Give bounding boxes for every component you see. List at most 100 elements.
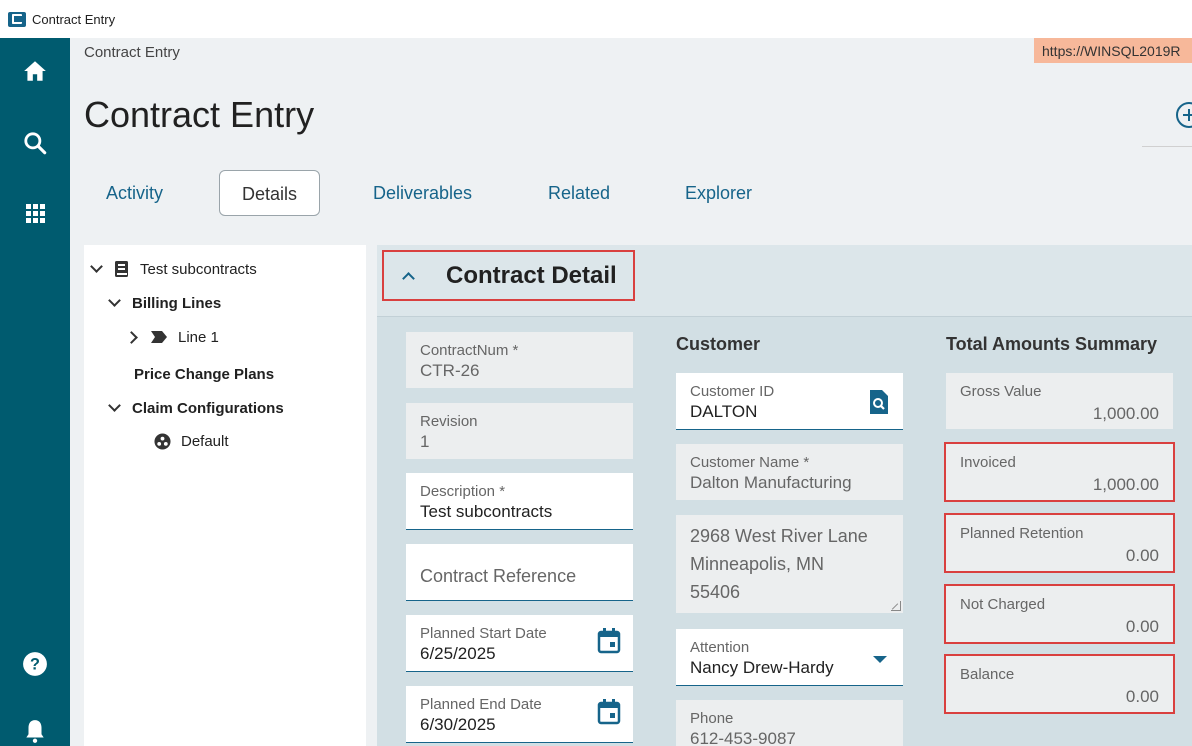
field-value: 6/25/2025 bbox=[420, 644, 496, 663]
field-label: Description * bbox=[420, 483, 506, 500]
tab-activity[interactable]: Activity bbox=[84, 170, 185, 216]
tree-item-line1[interactable]: Line 1 bbox=[126, 325, 219, 349]
tab-related[interactable]: Related bbox=[526, 170, 632, 216]
page-title: Contract Entry bbox=[84, 94, 315, 135]
field-value: 6/30/2025 bbox=[420, 715, 496, 734]
tree-item-price-change-plans[interactable]: Price Change Plans bbox=[134, 362, 274, 386]
field-value: 1,000.00 bbox=[1092, 404, 1159, 423]
calendar-icon[interactable] bbox=[597, 627, 621, 655]
main-area: Contract Entry https://WINSQL2019R Contr… bbox=[70, 38, 1192, 746]
balance-field: Balance 0.00 bbox=[944, 654, 1175, 714]
phone-field: Phone 612-453-9087 bbox=[676, 700, 903, 746]
customer-section-title: Customer bbox=[676, 334, 761, 354]
field-value: 0.00 bbox=[1125, 687, 1159, 706]
tab-explorer[interactable]: Explorer bbox=[663, 170, 774, 216]
contract-detail-toggle[interactable]: Contract Detail bbox=[382, 250, 635, 301]
contract-tree: Test subcontracts Billing Lines Line 1 P… bbox=[84, 245, 366, 746]
tag-icon bbox=[151, 331, 167, 343]
window-title: Contract Entry bbox=[32, 11, 116, 27]
field-label: Revision bbox=[420, 413, 478, 430]
tree-item-root[interactable]: Test subcontracts bbox=[90, 257, 257, 281]
left-nav-rail: ? bbox=[0, 38, 70, 746]
tree-item-claim-configurations[interactable]: Claim Configurations bbox=[108, 396, 284, 420]
window-titlebar: Contract Entry bbox=[0, 0, 1192, 38]
field-value: 0.00 bbox=[1125, 546, 1159, 565]
chevron-right-icon[interactable] bbox=[126, 330, 140, 344]
chevron-down-icon[interactable] bbox=[108, 401, 122, 415]
resize-handle-icon[interactable] bbox=[891, 601, 901, 611]
search-icon[interactable] bbox=[22, 130, 48, 156]
field-value: 1 bbox=[420, 432, 430, 451]
apps-grid-icon[interactable] bbox=[22, 200, 48, 226]
tree-item-label: Price Change Plans bbox=[134, 365, 275, 383]
field-label: Planned Start Date bbox=[420, 625, 547, 642]
chevron-up-icon[interactable] bbox=[402, 270, 414, 282]
field-value: DALTON bbox=[690, 402, 758, 421]
svg-text:?: ? bbox=[30, 655, 40, 673]
field-value: Dalton Manufacturing bbox=[690, 473, 852, 492]
field-label: Planned End Date bbox=[420, 696, 542, 713]
field-value: 1,000.00 bbox=[1092, 475, 1159, 494]
planned-end-date-field[interactable]: Planned End Date 6/30/2025 bbox=[406, 686, 633, 743]
not-charged-field: Not Charged 0.00 bbox=[944, 584, 1175, 644]
header-divider bbox=[1142, 146, 1192, 147]
breadcrumb[interactable]: Contract Entry bbox=[84, 44, 180, 61]
summary-section-title: Total Amounts Summary bbox=[946, 334, 1158, 354]
contract-num-field: ContractNum * CTR-26 bbox=[406, 332, 633, 388]
tab-deliverables[interactable]: Deliverables bbox=[351, 170, 494, 216]
tree-item-label: Default bbox=[181, 432, 229, 450]
field-value: 612-453-9087 bbox=[690, 729, 796, 746]
server-url-badge: https://WINSQL2019R bbox=[1034, 38, 1192, 63]
customer-name-field: Customer Name * Dalton Manufacturing bbox=[676, 444, 903, 500]
field-label: Invoiced bbox=[960, 454, 1016, 471]
address-line-3: 55406 bbox=[690, 582, 741, 602]
field-label: Customer ID bbox=[690, 383, 775, 400]
attention-select[interactable]: Attention Nancy Drew-Hardy bbox=[676, 629, 903, 686]
help-icon[interactable]: ? bbox=[22, 651, 48, 677]
calendar-icon[interactable] bbox=[597, 698, 621, 726]
home-icon[interactable] bbox=[22, 58, 48, 84]
revision-field: Revision 1 bbox=[406, 403, 633, 459]
field-placeholder: Contract Reference bbox=[420, 566, 577, 586]
planned-retention-field: Planned Retention 0.00 bbox=[944, 513, 1175, 573]
customer-address-field: 2968 West River Lane Minneapolis, MN 554… bbox=[676, 515, 903, 613]
chevron-down-icon[interactable] bbox=[90, 262, 104, 276]
gross-value-field: Gross Value 1,000.00 bbox=[946, 373, 1173, 429]
contract-detail-panel: Contract Detail ContractNum * CTR-26 Rev… bbox=[377, 245, 1192, 746]
field-label: Customer Name * bbox=[690, 454, 810, 471]
tree-item-billing-lines[interactable]: Billing Lines bbox=[108, 291, 221, 315]
description-field[interactable]: Description * Test subcontracts bbox=[406, 473, 633, 530]
tree-item-label: Billing Lines bbox=[132, 294, 222, 312]
tree-item-label: Claim Configurations bbox=[132, 399, 284, 417]
field-label: ContractNum * bbox=[420, 342, 519, 359]
planned-start-date-field[interactable]: Planned Start Date 6/25/2025 bbox=[406, 615, 633, 672]
tab-details[interactable]: Details bbox=[219, 170, 321, 216]
field-label: Balance bbox=[960, 666, 1015, 683]
field-value: Test subcontracts bbox=[420, 502, 553, 521]
tree-item-default[interactable]: Default bbox=[154, 429, 229, 453]
field-value: 0.00 bbox=[1125, 617, 1159, 636]
field-label: Phone bbox=[690, 710, 734, 727]
app-logo-icon bbox=[8, 11, 26, 27]
field-value: Nancy Drew-Hardy bbox=[690, 658, 834, 677]
bell-icon[interactable] bbox=[22, 718, 48, 744]
field-label: Not Charged bbox=[960, 596, 1046, 613]
address-line-1: 2968 West River Lane bbox=[690, 526, 868, 546]
chevron-down-icon[interactable] bbox=[108, 296, 122, 310]
field-label: Planned Retention bbox=[960, 525, 1084, 542]
add-circle-icon[interactable] bbox=[1176, 102, 1192, 128]
customer-id-field[interactable]: Customer ID DALTON bbox=[676, 373, 903, 430]
book-icon bbox=[115, 261, 128, 277]
section-title: Contract Detail bbox=[446, 261, 617, 289]
tree-item-label: Line 1 bbox=[178, 328, 219, 346]
invoiced-field: Invoiced 1,000.00 bbox=[944, 442, 1175, 502]
tab-bar: Activity Details Deliverables Related Ex… bbox=[84, 170, 784, 216]
address-line-2: Minneapolis, MN bbox=[690, 554, 825, 574]
lookup-icon[interactable] bbox=[867, 389, 891, 417]
field-label: Gross Value bbox=[960, 383, 1042, 400]
contract-reference-field[interactable]: Contract Reference bbox=[406, 544, 633, 601]
contract-detail-header: Contract Detail bbox=[377, 245, 1192, 317]
config-icon bbox=[154, 432, 171, 450]
field-value: CTR-26 bbox=[420, 361, 480, 380]
dropdown-icon[interactable] bbox=[873, 656, 887, 663]
